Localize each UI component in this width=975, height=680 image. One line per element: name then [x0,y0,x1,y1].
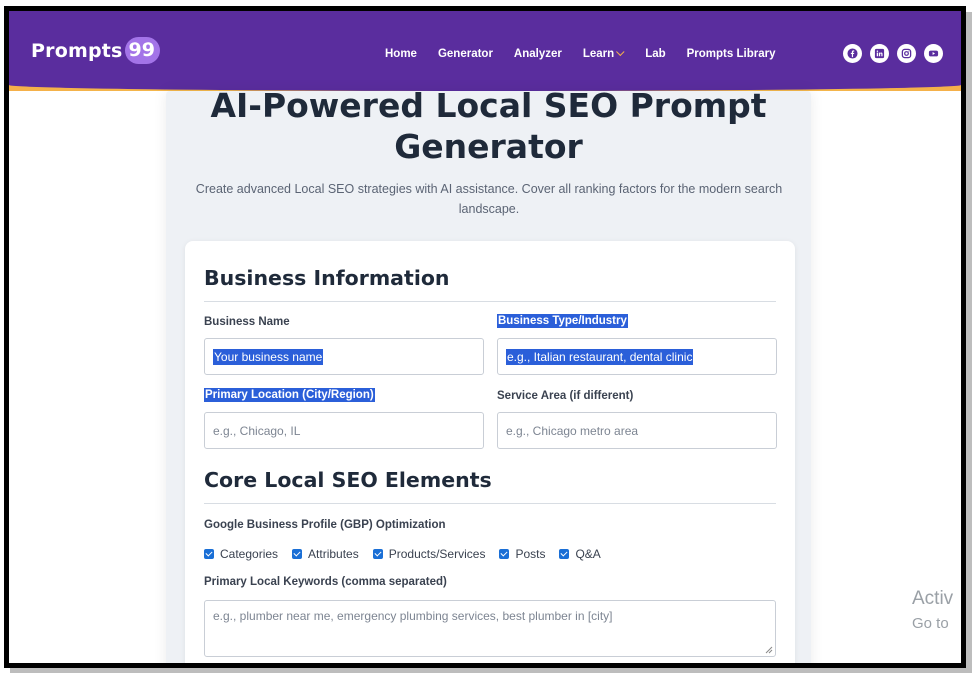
nav-learn-label: Learn [582,48,615,60]
nav-learn[interactable]: Learn [582,47,625,60]
checkbox-label: Posts [515,547,546,561]
checkbox-label: Categories [220,547,279,561]
checkbox-label: Products/Services [388,547,486,561]
business-name-input[interactable]: Your business name [204,338,484,375]
business-type-input[interactable]: e.g., Italian restaurant, dental clinic [497,338,777,375]
business-name-placeholder: Your business name [213,348,324,365]
browser-viewport: Prompts 99 Home Generator Analyzer Learn… [4,6,966,668]
primary-location-placeholder: e.g., Chicago, IL [213,423,301,438]
chevron-down-icon [616,47,625,57]
business-name-label: Business Name [204,316,290,328]
page-title: AI-Powered Local SEO Prompt Generator [166,85,811,167]
checkbox-checked-icon [204,549,214,559]
checkbox-products-services[interactable]: Products/Services [372,547,486,561]
checkbox-qa[interactable]: Q&A [559,547,601,561]
service-area-label: Service Area (if different) [497,390,634,402]
service-area-input[interactable]: e.g., Chicago metro area [497,412,777,449]
page-title-line1: AI-Powered Local SEO Prompt [210,86,767,125]
nav-analyzer[interactable]: Analyzer [514,48,562,60]
top-navbar: Prompts 99 Home Generator Analyzer Learn… [9,11,961,91]
checkbox-posts[interactable]: Posts [499,547,545,561]
business-type-label-text: Business Type/Industry [497,314,628,328]
checkbox-checked-icon [292,549,303,559]
linkedin-icon[interactable] [870,44,889,63]
social-links [843,44,951,63]
keywords-label: Primary Local Keywords (comma separated) [204,576,447,588]
youtube-icon[interactable] [924,44,943,63]
section-title-core: Core Local SEO Elements [204,468,492,492]
logo-text: Prompts [31,39,123,62]
checkbox-checked-icon [559,549,570,559]
section-divider [204,503,776,504]
service-area-placeholder: e.g., Chicago metro area [506,423,639,438]
nav-generator[interactable]: Generator [438,48,493,60]
primary-location-input[interactable]: e.g., Chicago, IL [204,412,484,449]
nav-home[interactable]: Home [385,48,417,60]
page-subtitle: Create advanced Local SEO strategies wit… [189,179,789,219]
checkbox-label: Q&A [575,547,601,561]
facebook-icon[interactable] [843,44,862,63]
nav-prompts-library[interactable]: Prompts Library [687,48,776,60]
nav-lab[interactable]: Lab [645,48,665,60]
business-type-label: Business Type/Industry [497,314,628,328]
activation-watermark-line2: Go to [912,615,949,632]
primary-location-label-text: Primary Location (City/Region) [204,388,375,402]
gbp-label: Google Business Profile (GBP) Optimizati… [204,519,446,531]
page-title-line2: Generator [394,127,583,166]
subtitle-line1: Create advanced Local SEO strategies wit… [195,182,783,196]
activation-watermark-line1: Activ [912,588,954,609]
checkbox-label: Attributes [308,547,359,561]
business-type-placeholder: e.g., Italian restaurant, dental clinic [506,348,694,365]
checkbox-attributes[interactable]: Attributes [292,547,359,561]
keywords-placeholder: e.g., plumber near me, emergency plumbin… [213,609,613,623]
main-nav: Home Generator Analyzer Learn Lab Prompt… [385,47,796,60]
primary-location-label: Primary Location (City/Region) [204,388,375,402]
gbp-checkbox-group: Categories Attributes Products/Services … [204,547,615,561]
resize-handle-icon[interactable] [765,646,773,654]
site-logo[interactable]: Prompts 99 [31,37,160,64]
checkbox-checked-icon [499,549,510,559]
section-divider [204,301,776,302]
section-title-business: Business Information [204,266,450,290]
subtitle-line2: landscape. [458,202,520,216]
checkbox-checked-icon [372,549,383,559]
keywords-textarea[interactable]: e.g., plumber near me, emergency plumbin… [204,600,776,657]
logo-badge: 99 [124,37,160,64]
checkbox-categories[interactable]: Categories [204,547,278,561]
instagram-icon[interactable] [897,44,916,63]
